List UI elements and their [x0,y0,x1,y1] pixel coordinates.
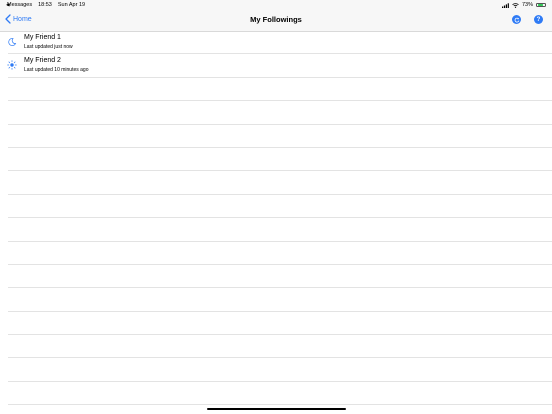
status-bar: ◀ Messages 18:53 Sun Apr 19 73% [0,0,552,10]
battery-percent: 73% [521,2,533,8]
refresh-button[interactable] [512,15,521,24]
friend-name: My Friend 2 [24,57,61,65]
following-row[interactable]: My Friend 2 Last updated 10 minutes ago [7,54,552,78]
empty-row [8,78,552,102]
empty-row [8,218,552,242]
empty-row [8,312,552,336]
empty-row [8,148,552,172]
refresh-icon [514,17,519,22]
status-time: 18:53 [38,2,52,8]
battery-icon [536,2,546,8]
help-label: ? [536,16,541,23]
empty-rows [0,78,552,406]
status-date: Sun Apr 19 [57,2,86,8]
sun-icon [7,60,17,71]
help-button[interactable]: ? [534,15,543,24]
empty-row [8,101,552,125]
following-row[interactable]: My Friend 1 Last updated just now [8,31,552,55]
empty-row [8,242,552,265]
home-indicator[interactable] [207,408,346,411]
empty-row [8,125,552,148]
back-app-label: Messages [7,2,33,8]
empty-row [8,358,552,382]
moon-icon [8,38,17,46]
followings-list: My Friend 1 Last updated just now My Fri… [0,31,552,406]
last-updated-text: Last updated just now [24,44,73,50]
empty-row [8,288,552,312]
cellular-signal-icon [501,2,509,8]
page-title: My Followings [250,15,302,24]
wifi-icon [512,2,519,8]
status-right: 73% [501,2,546,8]
empty-row [8,382,552,406]
empty-row [8,265,552,289]
status-left: ◀ Messages 18:53 Sun Apr 19 [6,2,85,8]
navigation-bar: Home My Followings ? [0,10,552,32]
empty-row [8,195,552,219]
friend-name: My Friend 1 [24,34,61,41]
empty-row [8,171,552,195]
back-to-app-link[interactable]: ◀ Messages [6,2,32,8]
battery-fill [537,4,544,6]
empty-row [8,335,552,359]
last-updated-text: Last updated 10 minutes ago [24,67,89,74]
